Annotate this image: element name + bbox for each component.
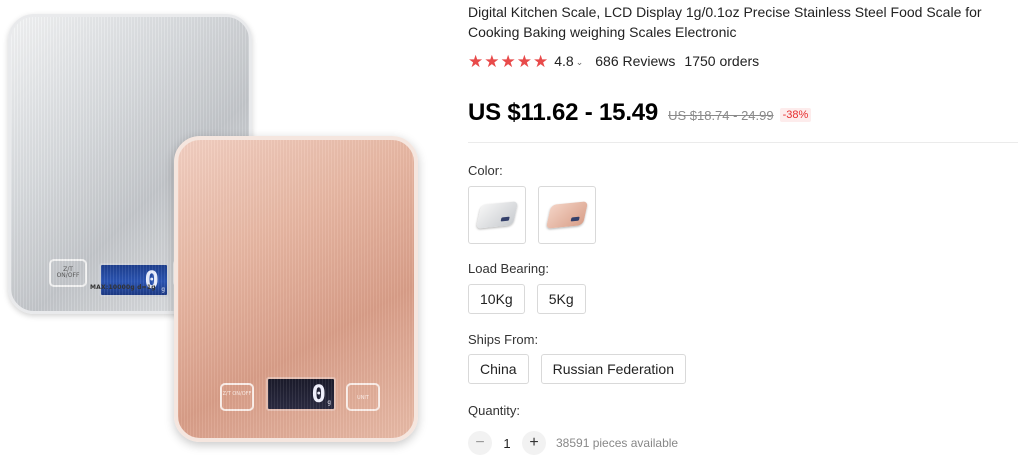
load-bearing-label: Load Bearing:	[468, 261, 549, 276]
load-option-10kg[interactable]: 10Kg	[468, 284, 525, 314]
ships-from-label: Ships From:	[468, 332, 539, 347]
ships-option-china[interactable]: China	[468, 354, 529, 384]
load-option-5kg[interactable]: 5Kg	[536, 284, 586, 314]
color-label: Color:	[468, 163, 503, 178]
discount-badge: -38%	[779, 108, 812, 122]
pink-scale-thumbnail	[545, 201, 589, 229]
current-price: US $11.62 - 15.49	[468, 99, 659, 126]
pink-scale-display-unit: g	[327, 399, 331, 406]
pink-scale-image: Z/T ON/OFF 0 g UNIT	[174, 136, 418, 442]
ships-option-russian-federation[interactable]: Russian Federation	[540, 354, 686, 384]
pink-scale-display-digit: 0	[311, 380, 326, 408]
silver-scale-caption: MAX:10000g d=1g	[90, 284, 156, 291]
star-icon: ★	[533, 51, 549, 71]
silver-scale-zero-button: Z/T ON/OFF	[49, 259, 87, 287]
quantity-label: Quantity:	[468, 403, 521, 418]
silver-scale-display: 0 g	[99, 263, 169, 297]
color-option-silver[interactable]	[468, 186, 526, 244]
price-row: US $11.62 - 15.49 US $18.74 - 24.99 -38%	[468, 98, 1018, 128]
rating-stars: ★ ★ ★ ★ ★	[468, 53, 548, 70]
silver-scale-display-unit: g	[161, 286, 165, 293]
pink-scale-panel: Z/T ON/OFF 0 g UNIT	[220, 377, 380, 417]
quantity-increase-button[interactable]: +	[522, 431, 546, 455]
quantity-value[interactable]: 1	[492, 436, 522, 451]
reviews-link[interactable]: 686 Reviews	[595, 53, 675, 69]
pink-scale-display: 0 g	[266, 377, 336, 411]
star-icon: ★	[468, 51, 484, 71]
star-icon: ★	[484, 51, 500, 71]
rating-value[interactable]: 4.8	[554, 53, 573, 69]
pink-scale-unit-button: UNIT	[346, 383, 380, 411]
color-option-rose-gold[interactable]	[538, 186, 596, 244]
load-bearing-options: 10Kg 5Kg	[468, 284, 586, 314]
product-info: Digital Kitchen Scale, LCD Display 1g/0.…	[468, 0, 1018, 455]
star-icon: ★	[500, 51, 516, 71]
product-title: Digital Kitchen Scale, LCD Display 1g/0.…	[468, 4, 982, 40]
quantity-stepper: − 1 + 38591 pieces available	[468, 431, 678, 455]
pink-scale-zero-button: Z/T ON/OFF	[220, 383, 254, 411]
chevron-down-icon[interactable]: ⌄	[576, 57, 584, 68]
star-icon: ★	[516, 51, 532, 71]
pieces-available: 38591 pieces available	[556, 436, 679, 450]
rating-row: ★ ★ ★ ★ ★ 4.8 ⌄ 686 Reviews 1750 orders	[468, 51, 1018, 71]
ships-from-options: China Russian Federation	[468, 354, 686, 384]
original-price: US $18.74 - 24.99	[668, 107, 774, 123]
orders-count: 1750 orders	[684, 53, 760, 69]
divider	[468, 142, 1018, 143]
silver-scale-thumbnail	[475, 201, 519, 229]
color-swatches	[468, 186, 596, 244]
product-image-gallery[interactable]: Z/T ON/OFF 0 g U MAX:10000g d=1g Z/T ON/…	[0, 0, 440, 463]
quantity-decrease-button[interactable]: −	[468, 431, 492, 455]
